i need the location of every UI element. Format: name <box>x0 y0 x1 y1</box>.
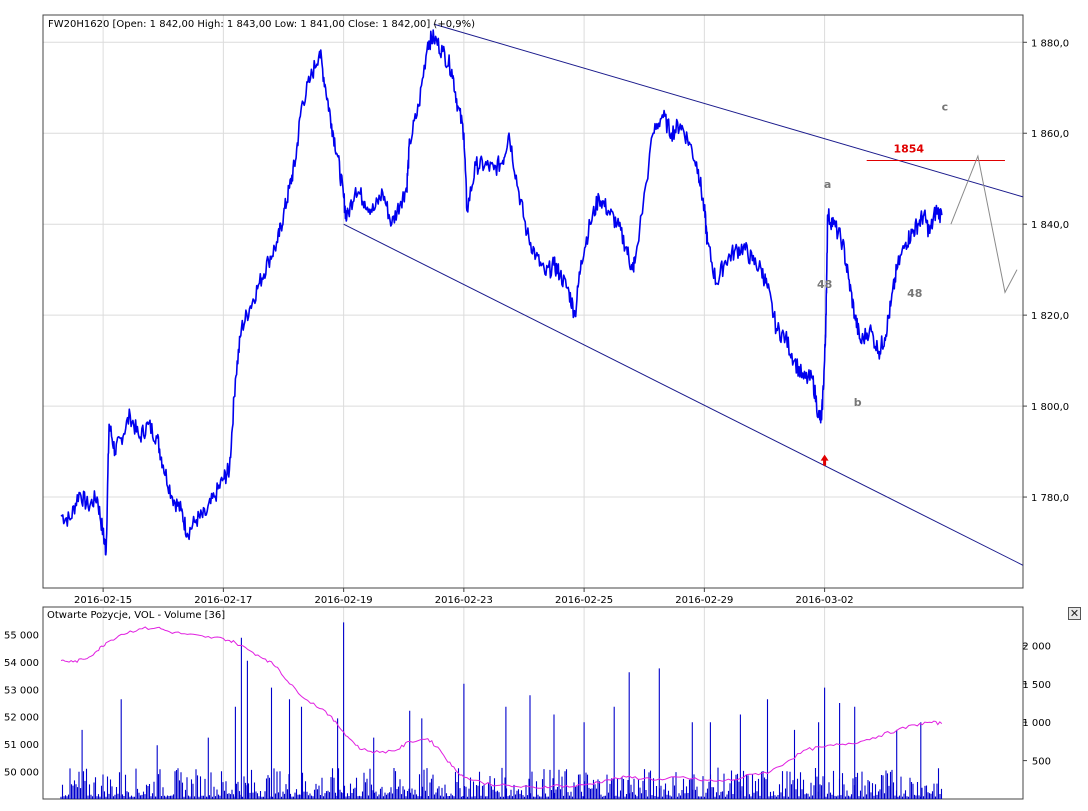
oi-tick-label: 54 000 <box>4 658 39 669</box>
price-y-tick-label: 1 800,0 <box>1031 402 1069 413</box>
target-level-label: 1854 <box>893 143 924 156</box>
price-y-tick-label: 1 880,0 <box>1031 38 1069 49</box>
oi-tick-label: 51 000 <box>4 740 39 751</box>
chart-title: FW20H1620 [Open: 1 842,00 High: 1 843,00… <box>48 19 475 30</box>
price-x-tick-label: 2016-03-02 <box>796 595 854 606</box>
volume-tick-label: 500 <box>1032 757 1051 768</box>
price-y-tick-label: 1 860,0 <box>1031 129 1069 140</box>
wave-label: b <box>854 396 862 409</box>
price-x-tick-label: 2016-02-23 <box>435 595 493 606</box>
price-x-tick-label: 2016-02-17 <box>194 595 252 606</box>
close-panel-button[interactable]: ✕ <box>1068 607 1081 620</box>
chart-canvas: 1854 a b c 48 48 1 780,0 1 800,0 1 820,0 1 840,… <box>0 0 1088 807</box>
price-y-tick-label: 1 840,0 <box>1031 220 1069 231</box>
price-y-tick-label: 1 780,0 <box>1031 493 1069 504</box>
volume-panel-title: Otwarte Pozycje, VOL - Volume [36] <box>47 610 225 621</box>
volume-tick-label: 1 500 <box>1022 680 1051 691</box>
volume-tick-label: 2 000 <box>1022 641 1051 652</box>
wave-label: 48 <box>817 278 832 291</box>
wave-label: a <box>824 178 831 191</box>
price-x-tick-label: 2016-02-25 <box>555 595 613 606</box>
wave-label: c <box>942 101 949 114</box>
oi-tick-label: 55 000 <box>4 630 39 641</box>
volume-tick-label: 1 000 <box>1022 718 1051 729</box>
chart-window: 1854 a b c 48 48 1 780,0 1 800,0 1 820,0 1 840,… <box>0 0 1088 807</box>
price-x-tick-label: 2016-02-29 <box>675 595 733 606</box>
close-x-icon: ✕ <box>1069 607 1080 620</box>
wave-label: 48 <box>907 287 922 300</box>
price-y-tick-label: 1 820,0 <box>1031 311 1069 322</box>
price-x-tick-label: 2016-02-15 <box>74 595 132 606</box>
oi-tick-label: 53 000 <box>4 685 39 696</box>
oi-tick-label: 50 000 <box>4 768 39 779</box>
price-x-tick-label: 2016-02-19 <box>315 595 373 606</box>
oi-tick-label: 52 000 <box>4 713 39 724</box>
